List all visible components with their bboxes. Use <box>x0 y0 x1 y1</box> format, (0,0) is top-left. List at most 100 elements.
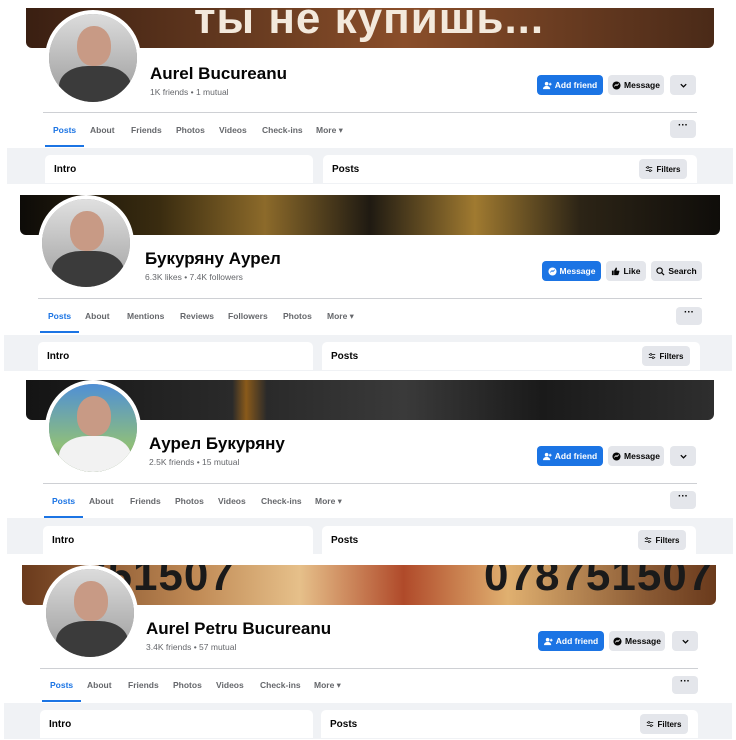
tab-posts[interactable]: Posts <box>39 301 80 333</box>
tab-more[interactable]: More ▾ <box>315 486 342 516</box>
tab-check-ins[interactable]: Check-ins <box>262 115 303 145</box>
more-options-button[interactable]: ··· <box>676 307 702 325</box>
tab-more[interactable]: More ▾ <box>314 670 341 700</box>
chevron-down-icon <box>681 639 689 644</box>
tab-photos[interactable]: Photos <box>283 301 312 331</box>
thumbs-up-icon <box>612 266 620 275</box>
tab-videos[interactable]: Videos <box>218 486 246 516</box>
intro-card: Intro <box>40 710 313 738</box>
tab-more[interactable]: More ▾ <box>327 301 354 331</box>
more-options-button[interactable]: ··· <box>672 676 698 694</box>
tab-photos[interactable]: Photos <box>176 115 205 145</box>
tab-check-ins[interactable]: Check-ins <box>260 670 301 700</box>
add-friend-button[interactable]: Add friend <box>538 631 604 651</box>
tab-videos[interactable]: Videos <box>216 670 244 700</box>
tab-about[interactable]: About <box>87 670 112 700</box>
tab-friends[interactable]: Friends <box>128 670 159 700</box>
profile-tabs: Posts About Mentions Reviews Followers P… <box>0 301 736 333</box>
filters-icon <box>649 353 656 359</box>
tab-check-ins[interactable]: Check-ins <box>261 486 302 516</box>
tab-mentions[interactable]: Mentions <box>127 301 164 331</box>
dropdown-button[interactable] <box>672 631 698 651</box>
message-label: Message <box>624 80 660 90</box>
intro-card: Intro <box>43 526 313 554</box>
search-label: Search <box>668 266 697 276</box>
avatar[interactable] <box>42 565 138 661</box>
posts-card: Posts Filters <box>321 710 698 738</box>
profile-subtitle: 1K friends • 1 mutual <box>150 87 229 97</box>
profile-subtitle: 6.3K likes • 7.4K followers <box>145 272 243 282</box>
filters-button[interactable]: Filters <box>638 530 686 550</box>
avatar[interactable] <box>45 380 141 476</box>
profile-tabs: Posts About Friends Photos Videos Check-… <box>0 670 736 702</box>
avatar[interactable] <box>38 195 134 291</box>
profile-card-3: Аурел Букуряну 2.5K friends • 15 mutual … <box>0 370 736 555</box>
add-friend-icon <box>543 637 553 645</box>
dropdown-button[interactable] <box>670 75 696 95</box>
profile-name: Букуряну Аурел <box>145 249 281 268</box>
intro-heading: Intro <box>54 164 77 175</box>
profile-name: Аурел Букуряну <box>149 434 285 453</box>
profile-name: Aurel Petru Bucureanu <box>146 619 332 638</box>
filters-label: Filters <box>659 351 684 361</box>
add-friend-button[interactable]: Add friend <box>537 446 603 466</box>
profile-name: Aurel Bucureanu <box>150 64 287 83</box>
tab-about[interactable]: About <box>90 115 115 145</box>
tab-friends[interactable]: Friends <box>130 486 161 516</box>
tab-photos[interactable]: Photos <box>173 670 202 700</box>
tab-reviews[interactable]: Reviews <box>180 301 214 331</box>
posts-card: Posts Filters <box>322 342 700 370</box>
filters-button[interactable]: Filters <box>640 714 688 734</box>
filters-icon <box>645 537 652 543</box>
message-button[interactable]: Message <box>608 446 664 466</box>
messenger-icon <box>612 80 621 90</box>
posts-heading: Posts <box>331 351 359 362</box>
header-divider <box>43 483 697 484</box>
tab-followers[interactable]: Followers <box>228 301 268 331</box>
add-friend-label: Add friend <box>555 636 599 646</box>
tab-photos[interactable]: Photos <box>175 486 204 516</box>
message-button[interactable]: Message <box>608 75 664 95</box>
more-options-button[interactable]: ··· <box>670 120 696 138</box>
message-label: Message <box>624 451 660 461</box>
filters-label: Filters <box>656 164 681 174</box>
message-label: Message <box>559 266 596 276</box>
dropdown-button[interactable] <box>670 446 696 466</box>
chevron-down-icon <box>679 83 687 88</box>
tab-more[interactable]: More ▾ <box>316 115 343 145</box>
tab-posts[interactable]: Posts <box>41 670 82 702</box>
cover-caption-right: 078751507 <box>484 565 714 600</box>
tab-friends[interactable]: Friends <box>131 115 162 145</box>
posts-heading: Posts <box>330 719 358 730</box>
message-button[interactable]: Message <box>609 631 665 651</box>
profile-subtitle: 2.5K friends • 15 mutual <box>149 457 240 467</box>
add-friend-label: Add friend <box>554 451 598 461</box>
tab-posts[interactable]: Posts <box>44 115 85 147</box>
profile-card-2: Букуряну Аурел 6.3K likes • 7.4K followe… <box>0 185 736 371</box>
profile-tabs: Posts About Friends Photos Videos Check-… <box>0 486 736 518</box>
avatar[interactable] <box>45 10 141 106</box>
intro-heading: Intro <box>49 719 72 730</box>
tab-posts[interactable]: Posts <box>43 486 84 518</box>
profile-tabs: Posts About Friends Photos Videos Check-… <box>0 115 736 147</box>
add-friend-icon <box>542 452 552 460</box>
filters-button[interactable]: Filters <box>639 159 687 179</box>
search-button[interactable]: Search <box>651 261 702 281</box>
tab-videos[interactable]: Videos <box>219 115 247 145</box>
search-icon <box>656 266 665 276</box>
messenger-icon <box>613 636 622 646</box>
message-button[interactable]: Message <box>542 261 601 281</box>
intro-card: Intro <box>38 342 313 370</box>
chevron-down-icon <box>679 454 687 459</box>
cover-caption: ты не купишь... <box>194 8 545 43</box>
like-label: Like <box>623 266 641 276</box>
tab-about[interactable]: About <box>85 301 110 331</box>
more-options-button[interactable]: ··· <box>670 491 696 509</box>
profile-subtitle: 3.4K friends • 57 mutual <box>146 642 237 652</box>
tab-about[interactable]: About <box>89 486 114 516</box>
like-button[interactable]: Like <box>606 261 646 281</box>
add-friend-button[interactable]: Add friend <box>537 75 603 95</box>
filters-icon <box>647 721 654 727</box>
intro-heading: Intro <box>52 535 75 546</box>
filters-button[interactable]: Filters <box>642 346 690 366</box>
